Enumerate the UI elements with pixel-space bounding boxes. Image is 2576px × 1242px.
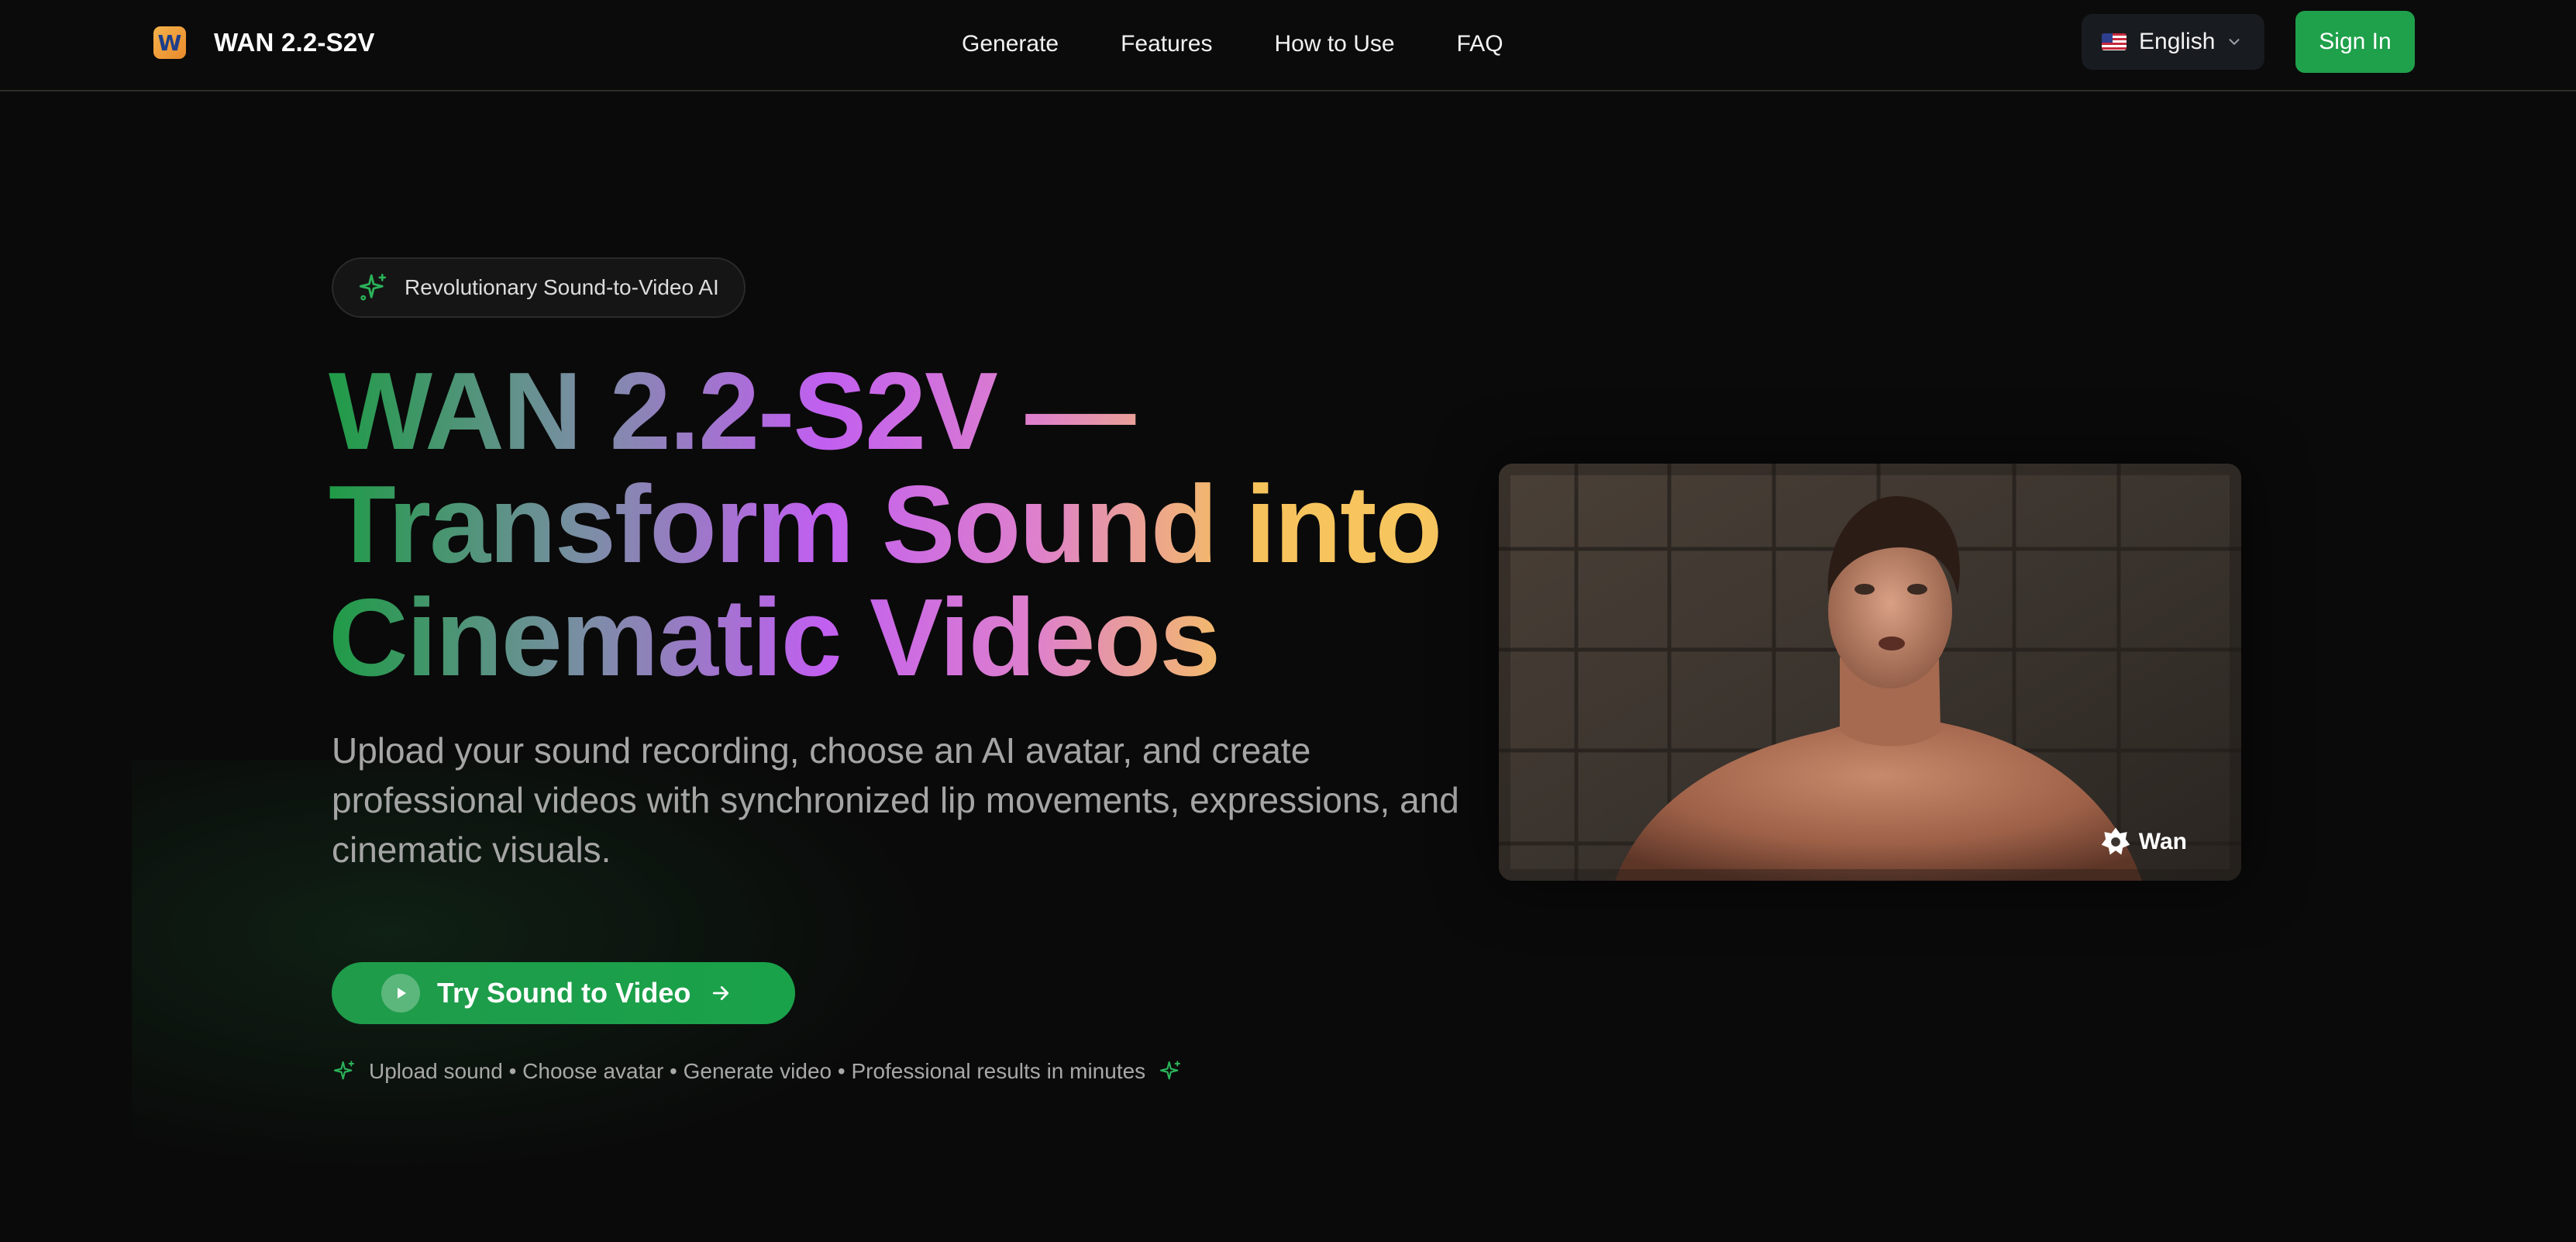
preview-frame [1499, 464, 2241, 881]
wan-logo-icon [2101, 827, 2130, 855]
try-sound-to-video-button[interactable]: Try Sound to Video [332, 962, 795, 1024]
w-logo-icon: W [153, 26, 186, 59]
badge-text: Revolutionary Sound-to-Video AI [405, 275, 719, 299]
sparkle-icon [1160, 1061, 1181, 1080]
steps-text: Upload sound • Choose avatar • Generate … [369, 1059, 1146, 1083]
language-selector[interactable]: English [2082, 14, 2264, 70]
nav-how-to-use[interactable]: How to Use [1274, 31, 1394, 57]
steps-line: Upload sound • Choose avatar • Generate … [332, 1056, 1183, 1087]
hero-badge: Revolutionary Sound-to-Video AI [332, 257, 746, 318]
headline-line-1: WAN 2.2-S2V — [329, 350, 1135, 473]
nav-generate[interactable]: Generate [962, 31, 1059, 57]
headline-line-2: Transform Sound into [329, 463, 1441, 586]
top-navbar: W WAN 2.2-S2V Generate Features How to U… [0, 0, 2576, 91]
sparkle-icon [359, 274, 387, 301]
wan-watermark: Wan [2099, 825, 2187, 859]
play-icon [381, 974, 420, 1013]
chevron-down-icon [2229, 39, 2240, 45]
watermark-text: Wan [2138, 829, 2187, 854]
nav-faq[interactable]: FAQ [1457, 31, 1503, 57]
cta-label: Try Sound to Video [437, 977, 691, 1009]
sign-in-button[interactable]: Sign In [2295, 11, 2415, 73]
sparkle-icon [333, 1061, 354, 1080]
main-nav: Generate Features How to Use FAQ [962, 26, 1503, 62]
brand-name: WAN 2.2-S2V [214, 28, 375, 57]
nav-features[interactable]: Features [1121, 31, 1212, 57]
video-preview[interactable]: Wan [1499, 464, 2241, 881]
brand[interactable]: W WAN 2.2-S2V [153, 25, 375, 60]
hero-subheadline: Upload your sound recording, choose an A… [332, 730, 1459, 870]
language-label: English [2139, 29, 2216, 54]
headline-line-3: Cinematic Videos [329, 576, 1220, 699]
hero-headline: WAN 2.2-S2V — Transform Sound into Cinem… [329, 355, 1507, 695]
us-flag-icon [2102, 33, 2127, 50]
arrow-right-icon [713, 986, 729, 1000]
